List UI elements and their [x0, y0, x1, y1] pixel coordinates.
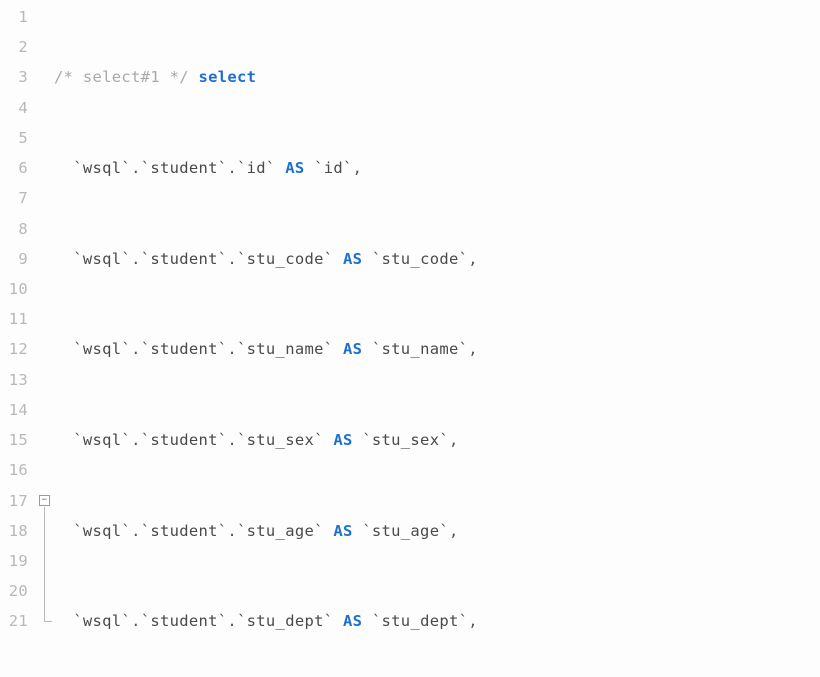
- indent: [54, 522, 73, 540]
- alias: `stu_name`: [372, 340, 468, 358]
- keyword-as: AS: [343, 340, 362, 358]
- line-number: 15: [0, 425, 28, 455]
- code-line[interactable]: `wsql`.`student`.`stu_sex` AS `stu_sex`,: [54, 425, 820, 455]
- dot: .: [131, 431, 141, 449]
- line-number: 6: [0, 153, 28, 183]
- comma: ,: [449, 431, 459, 449]
- line-number: 10: [0, 274, 28, 304]
- alias: `stu_age`: [362, 522, 449, 540]
- line-number: 9: [0, 244, 28, 274]
- identifier: `stu_dept`: [237, 612, 333, 630]
- dot: .: [227, 159, 237, 177]
- dot: .: [227, 612, 237, 630]
- alias: `id`: [314, 159, 353, 177]
- line-number: 2: [0, 32, 28, 62]
- dot: .: [131, 250, 141, 268]
- code-editor[interactable]: 123456789101112131415161718192021 − /* s…: [0, 0, 820, 677]
- identifier: `stu_code`: [237, 250, 333, 268]
- keyword-as: AS: [285, 159, 304, 177]
- line-number: 16: [0, 455, 28, 485]
- dot: .: [131, 340, 141, 358]
- line-number: 19: [0, 546, 28, 576]
- line-number: 8: [0, 214, 28, 244]
- identifier: `stu_name`: [237, 340, 333, 358]
- comma: ,: [468, 612, 478, 630]
- identifier: `wsql`: [73, 431, 131, 449]
- alias: `stu_dept`: [372, 612, 468, 630]
- identifier: `student`: [141, 250, 228, 268]
- identifier: `wsql`: [73, 159, 131, 177]
- identifier: `stu_age`: [237, 522, 324, 540]
- dot: .: [131, 522, 141, 540]
- line-number: 14: [0, 395, 28, 425]
- dot: .: [227, 250, 237, 268]
- dot: .: [227, 340, 237, 358]
- fold-guide-end: [44, 621, 52, 622]
- identifier: `stu_sex`: [237, 431, 324, 449]
- identifier: `wsql`: [73, 250, 131, 268]
- dot: .: [131, 612, 141, 630]
- identifier: `student`: [141, 522, 228, 540]
- line-number: 12: [0, 334, 28, 364]
- code-area[interactable]: /* select#1 */ select `wsql`.`student`.`…: [54, 0, 820, 677]
- fold-guide: [44, 507, 45, 622]
- identifier: `wsql`: [73, 612, 131, 630]
- fold-toggle-icon[interactable]: −: [39, 495, 50, 506]
- code-line[interactable]: `wsql`.`student`.`stu_name` AS `stu_name…: [54, 334, 820, 364]
- line-number: 13: [0, 365, 28, 395]
- comma: ,: [468, 250, 478, 268]
- alias: `stu_code`: [372, 250, 468, 268]
- indent: [54, 431, 73, 449]
- line-number: 20: [0, 576, 28, 606]
- code-line[interactable]: `wsql`.`student`.`id` AS `id`,: [54, 153, 820, 183]
- alias: `stu_sex`: [362, 431, 449, 449]
- keyword-as: AS: [343, 612, 362, 630]
- code-line[interactable]: `wsql`.`student`.`stu_code` AS `stu_code…: [54, 244, 820, 274]
- line-number: 17: [0, 486, 28, 516]
- indent: [54, 250, 73, 268]
- comma: ,: [468, 340, 478, 358]
- indent: [54, 612, 73, 630]
- line-number: 11: [0, 304, 28, 334]
- fold-column: −: [38, 0, 54, 677]
- comma: ,: [449, 522, 459, 540]
- line-number: 21: [0, 606, 28, 636]
- keyword-as: AS: [333, 522, 352, 540]
- indent: [54, 159, 73, 177]
- identifier: `student`: [141, 612, 228, 630]
- identifier: `wsql`: [73, 522, 131, 540]
- line-number: 4: [0, 93, 28, 123]
- line-number: 18: [0, 516, 28, 546]
- code-line[interactable]: `wsql`.`student`.`stu_age` AS `stu_age`,: [54, 516, 820, 546]
- dot: .: [227, 431, 237, 449]
- keyword-as: AS: [343, 250, 362, 268]
- identifier: `student`: [141, 340, 228, 358]
- keyword-select: select: [199, 68, 257, 86]
- line-number-gutter: 123456789101112131415161718192021: [0, 0, 38, 677]
- identifier: `wsql`: [73, 340, 131, 358]
- identifier: `id`: [237, 159, 276, 177]
- identifier: `student`: [141, 159, 228, 177]
- line-number: 3: [0, 62, 28, 92]
- code-line[interactable]: /* select#1 */ select: [54, 62, 820, 92]
- indent: [54, 340, 73, 358]
- line-number: 5: [0, 123, 28, 153]
- dot: .: [131, 159, 141, 177]
- keyword-as: AS: [333, 431, 352, 449]
- dot: .: [227, 522, 237, 540]
- identifier: `student`: [141, 431, 228, 449]
- comment-token: /* select#1 */: [54, 68, 189, 86]
- comma: ,: [353, 159, 363, 177]
- line-number: 7: [0, 183, 28, 213]
- code-line[interactable]: `wsql`.`student`.`stu_dept` AS `stu_dept…: [54, 606, 820, 636]
- line-number: 1: [0, 2, 28, 32]
